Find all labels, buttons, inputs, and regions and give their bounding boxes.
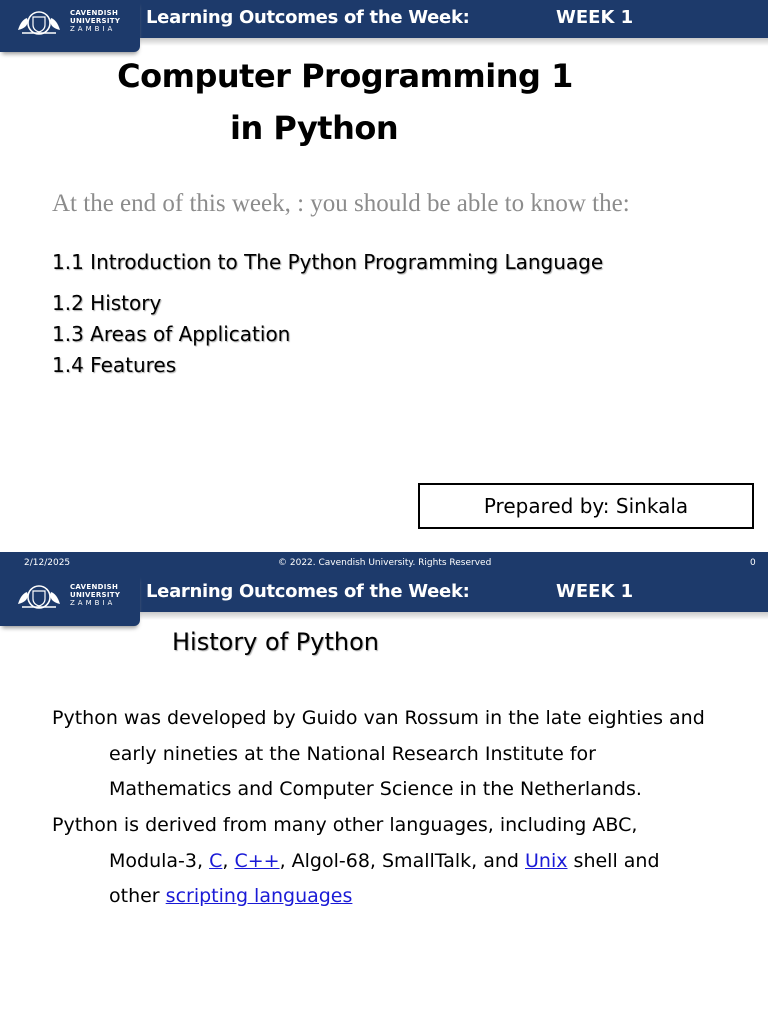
paragraph-line: Mathematics and Computer Science in the … [109,778,642,800]
topic-list: 1.1 Introduction to The Python Programmi… [52,250,603,381]
paragraph-2: Python is derived from many other langua… [52,808,752,915]
list-item: 1.3 Areas of Application [52,322,291,346]
university-line-2: UNIVERSITY [70,591,121,599]
link-cpp[interactable]: C++ [234,850,279,872]
slide-footer: 2/12/2025 © 2022. Cavendish University. … [0,552,768,574]
header-title: Learning Outcomes of the Week: [146,7,470,28]
footer-page-number: 0 [750,558,756,568]
university-line-2: UNIVERSITY [70,17,121,25]
crest-icon [18,11,60,35]
prepared-by-box: Prepared by: Sinkala [418,483,754,529]
header-week: WEEK 1 [556,581,634,602]
header-week: WEEK 1 [556,7,634,28]
link-unix[interactable]: Unix [525,850,567,872]
list-item: 1.1 Introduction to The Python Programmi… [52,250,604,274]
text-run: Modula-3, [109,849,210,872]
university-logo: CAVENDISH UNIVERSITY ZAMBIA [0,0,140,52]
paragraph-line: Python is derived from many other langua… [52,814,638,836]
university-name: CAVENDISH UNIVERSITY ZAMBIA [70,9,120,33]
slide-2: CAVENDISH UNIVERSITY ZAMBIA Learning Out… [0,574,768,1024]
text-run: shell and [567,849,660,872]
intro-text: At the end of this week, : you should be… [52,190,630,217]
paragraph-line: Python was developed by Guido van Rossum… [52,707,705,729]
footer-date: 2/12/2025 [24,558,71,568]
university-line-3: ZAMBIA [70,599,116,607]
text-run: , [222,849,235,872]
title-line-1: Computer Programming 1 [117,57,573,95]
paragraph-line: early nineties at the National Research … [109,742,596,765]
university-line-1: CAVENDISH [70,583,119,591]
link-c[interactable]: C [209,850,222,872]
slide-header: CAVENDISH UNIVERSITY ZAMBIA Learning Out… [0,574,768,634]
university-line-3: ZAMBIA [70,25,116,33]
slide-1: CAVENDISH UNIVERSITY ZAMBIA Learning Out… [0,0,768,552]
slide-title: Computer Programming 1 in Python [0,58,690,146]
paragraph-line: other scripting languages [52,879,752,915]
footer-copyright: © 2022. Cavendish University. Rights Res… [278,558,492,568]
university-name: CAVENDISH UNIVERSITY ZAMBIA [70,583,120,607]
crest-icon [18,585,60,609]
slide-title: History of Python [172,628,379,656]
title-line-2: in Python [230,109,399,147]
text-run: other [109,885,166,907]
slide-header: CAVENDISH UNIVERSITY ZAMBIA Learning Out… [0,0,768,60]
paragraph-1: Python was developed by Guido van Rossum… [52,701,752,808]
text-run: , Algol-68, SmallTalk, and [279,849,526,872]
list-item: 1.2 History [52,291,162,315]
header-shadow [140,38,768,46]
university-logo: CAVENDISH UNIVERSITY ZAMBIA [0,574,140,626]
header-shadow [140,612,768,620]
university-line-1: CAVENDISH [70,9,119,17]
header-title: Learning Outcomes of the Week: [146,581,470,602]
paragraph-line: Modula-3, C, C++, Algol-68, SmallTalk, a… [52,844,752,880]
link-scripting-languages[interactable]: scripting languages [166,885,353,907]
list-item: 1.4 Features [52,353,177,377]
